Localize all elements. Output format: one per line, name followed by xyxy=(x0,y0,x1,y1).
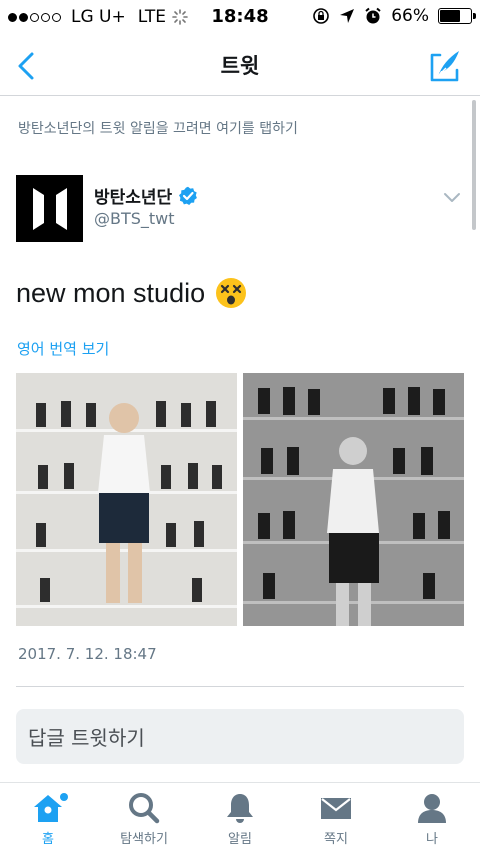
page-title: 트윗 xyxy=(220,54,260,78)
tab-notifications-label: 알림 xyxy=(228,832,252,847)
status-right: 66% xyxy=(312,6,476,26)
tab-me-label: 나 xyxy=(426,832,438,847)
status-bar: LG U+ LTE 18:48 66% xyxy=(0,0,480,34)
compose-tweet-icon[interactable] xyxy=(426,46,466,86)
tweet-photo-2[interactable] xyxy=(243,373,464,626)
tweet-photo-1[interactable] xyxy=(16,373,237,626)
photo-1-image xyxy=(16,373,237,626)
battery-fill xyxy=(440,10,460,22)
chevron-down-icon[interactable] xyxy=(442,190,462,206)
nav-bar: 트윗 xyxy=(0,34,480,96)
battery-percent: 66% xyxy=(391,6,429,26)
dizzy-face-emoji-icon xyxy=(216,278,247,308)
tab-explore[interactable]: 탐색하기 xyxy=(96,783,192,852)
new-tweets-dot xyxy=(60,793,68,801)
divider xyxy=(16,686,464,687)
tab-messages-label: 쪽지 xyxy=(324,832,348,847)
notification-toggle-link[interactable]: 방탄소년단의 트윗 알림을 끄려면 여기를 탭하기 xyxy=(18,118,298,138)
tab-me[interactable]: 나 xyxy=(384,783,480,852)
scrollbar[interactable] xyxy=(472,100,476,230)
photo-2-image xyxy=(243,373,464,626)
author-name[interactable]: 방탄소년단 xyxy=(94,183,198,208)
tweet-text: new mon studio xyxy=(16,277,247,309)
rotation-lock-icon xyxy=(313,8,330,24)
search-icon xyxy=(129,793,160,824)
tweet-text-content: new mon studio xyxy=(16,277,206,308)
author-handle[interactable]: @BTS_twt xyxy=(94,209,175,228)
tab-bar: 홈 탐색하기 알림 쪽지 나 xyxy=(0,782,480,852)
avatar[interactable] xyxy=(16,175,83,242)
tab-home[interactable]: 홈 xyxy=(0,783,96,852)
tab-messages[interactable]: 쪽지 xyxy=(288,783,384,852)
verified-badge-icon xyxy=(179,186,198,205)
tab-home-label: 홈 xyxy=(42,832,54,847)
location-arrow-icon xyxy=(340,9,355,23)
bts-logo-icon xyxy=(32,187,67,230)
bell-icon xyxy=(227,794,253,823)
author-name-text: 방탄소년단 xyxy=(94,188,173,208)
person-icon xyxy=(418,794,446,823)
tab-explore-label: 탐색하기 xyxy=(120,832,168,847)
alarm-icon xyxy=(365,7,381,24)
tweet-timestamp: 2017. 7. 12. 18:47 xyxy=(18,645,157,663)
battery-icon xyxy=(438,8,476,24)
reply-input[interactable]: 답글 트윗하기 xyxy=(16,709,464,764)
tab-notifications[interactable]: 알림 xyxy=(192,783,288,852)
translate-link[interactable]: 영어 번역 보기 xyxy=(17,338,109,359)
envelope-icon xyxy=(321,798,351,819)
